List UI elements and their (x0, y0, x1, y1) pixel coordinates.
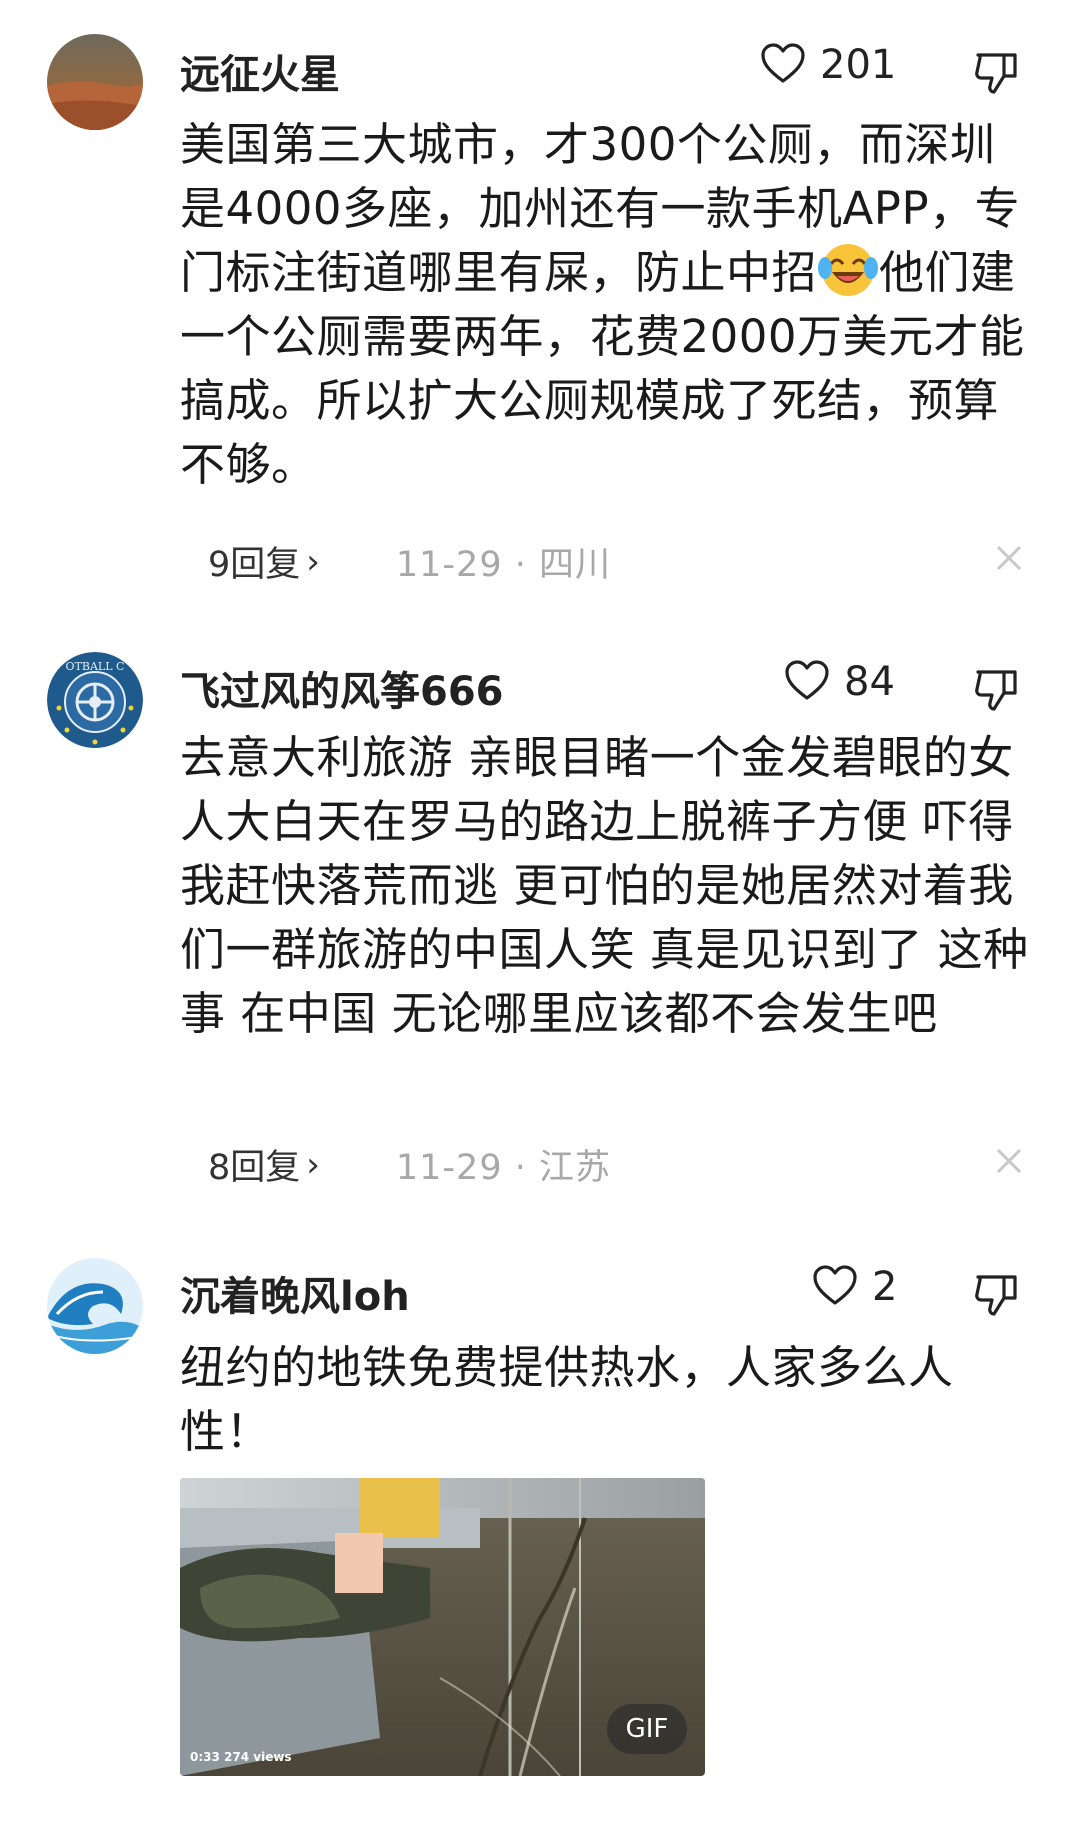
close-icon[interactable] (992, 1144, 1026, 1178)
gif-attachment[interactable]: 0:33 274 views GIF (180, 1478, 705, 1776)
avatar[interactable] (47, 34, 143, 130)
comment-text: 纽约的地铁免费提供热水，人家多么人性！ (180, 1341, 954, 1458)
gif-badge: GIF (607, 1704, 687, 1754)
chevron-right-icon: › (306, 1144, 320, 1185)
dislike-button[interactable] (972, 1269, 1022, 1319)
like-count: 201 (820, 42, 897, 88)
close-icon[interactable] (992, 541, 1026, 575)
heart-outline-icon (760, 42, 806, 88)
reply-count: 9回复 (208, 545, 301, 585)
reply-count: 8回复 (208, 1148, 301, 1188)
reply-count-button[interactable]: 8回复 › (208, 1139, 320, 1190)
date-location: 11-29 · 江苏 (395, 1148, 611, 1188)
thumbs-down-outline-icon (975, 53, 1017, 94)
reply-count-button[interactable]: 9回复 › (208, 536, 320, 587)
avatar[interactable]: OTBALL C (47, 652, 143, 748)
like-button[interactable]: 201 (760, 42, 896, 88)
dislike-button[interactable] (972, 664, 1022, 714)
dislike-button[interactable] (972, 47, 1022, 97)
comment-meta: 9回复 › 11-29 · 四川 (208, 536, 611, 587)
username[interactable]: 飞过风的风筝666 (180, 659, 504, 717)
like-count: 84 (844, 659, 895, 705)
comment-meta: 8回复 › 11-29 · 江苏 (208, 1139, 611, 1190)
heart-outline-icon (812, 1264, 858, 1310)
like-button[interactable]: 84 (784, 659, 895, 705)
thumbs-down-outline-icon (975, 1275, 1017, 1316)
chevron-right-icon: › (306, 541, 320, 582)
avatar[interactable] (47, 1258, 143, 1354)
svg-text:OTBALL C: OTBALL C (66, 660, 125, 673)
thumbs-down-outline-icon (975, 670, 1017, 711)
like-count: 2 (872, 1264, 898, 1310)
comment-text: 去意大利旅游 亲眼目睹一个金发碧眼的女人大白天在罗马的路边上脱裤子方便 吓得我赶… (180, 731, 1029, 1040)
comment-text: 美国第三大城市，才300个公厕，而深圳是4000多座，加州还有一款手机APP，专… (180, 113, 1040, 497)
like-button[interactable]: 2 (812, 1264, 897, 1310)
username[interactable]: 远征火星 (180, 42, 340, 100)
laughing-crying-emoji (817, 242, 879, 298)
heart-outline-icon (784, 659, 830, 705)
video-info: 0:33 274 views (190, 1750, 292, 1764)
date-location: 11-29 · 四川 (395, 545, 611, 585)
username[interactable]: 沉着晚风loh (180, 1264, 410, 1322)
